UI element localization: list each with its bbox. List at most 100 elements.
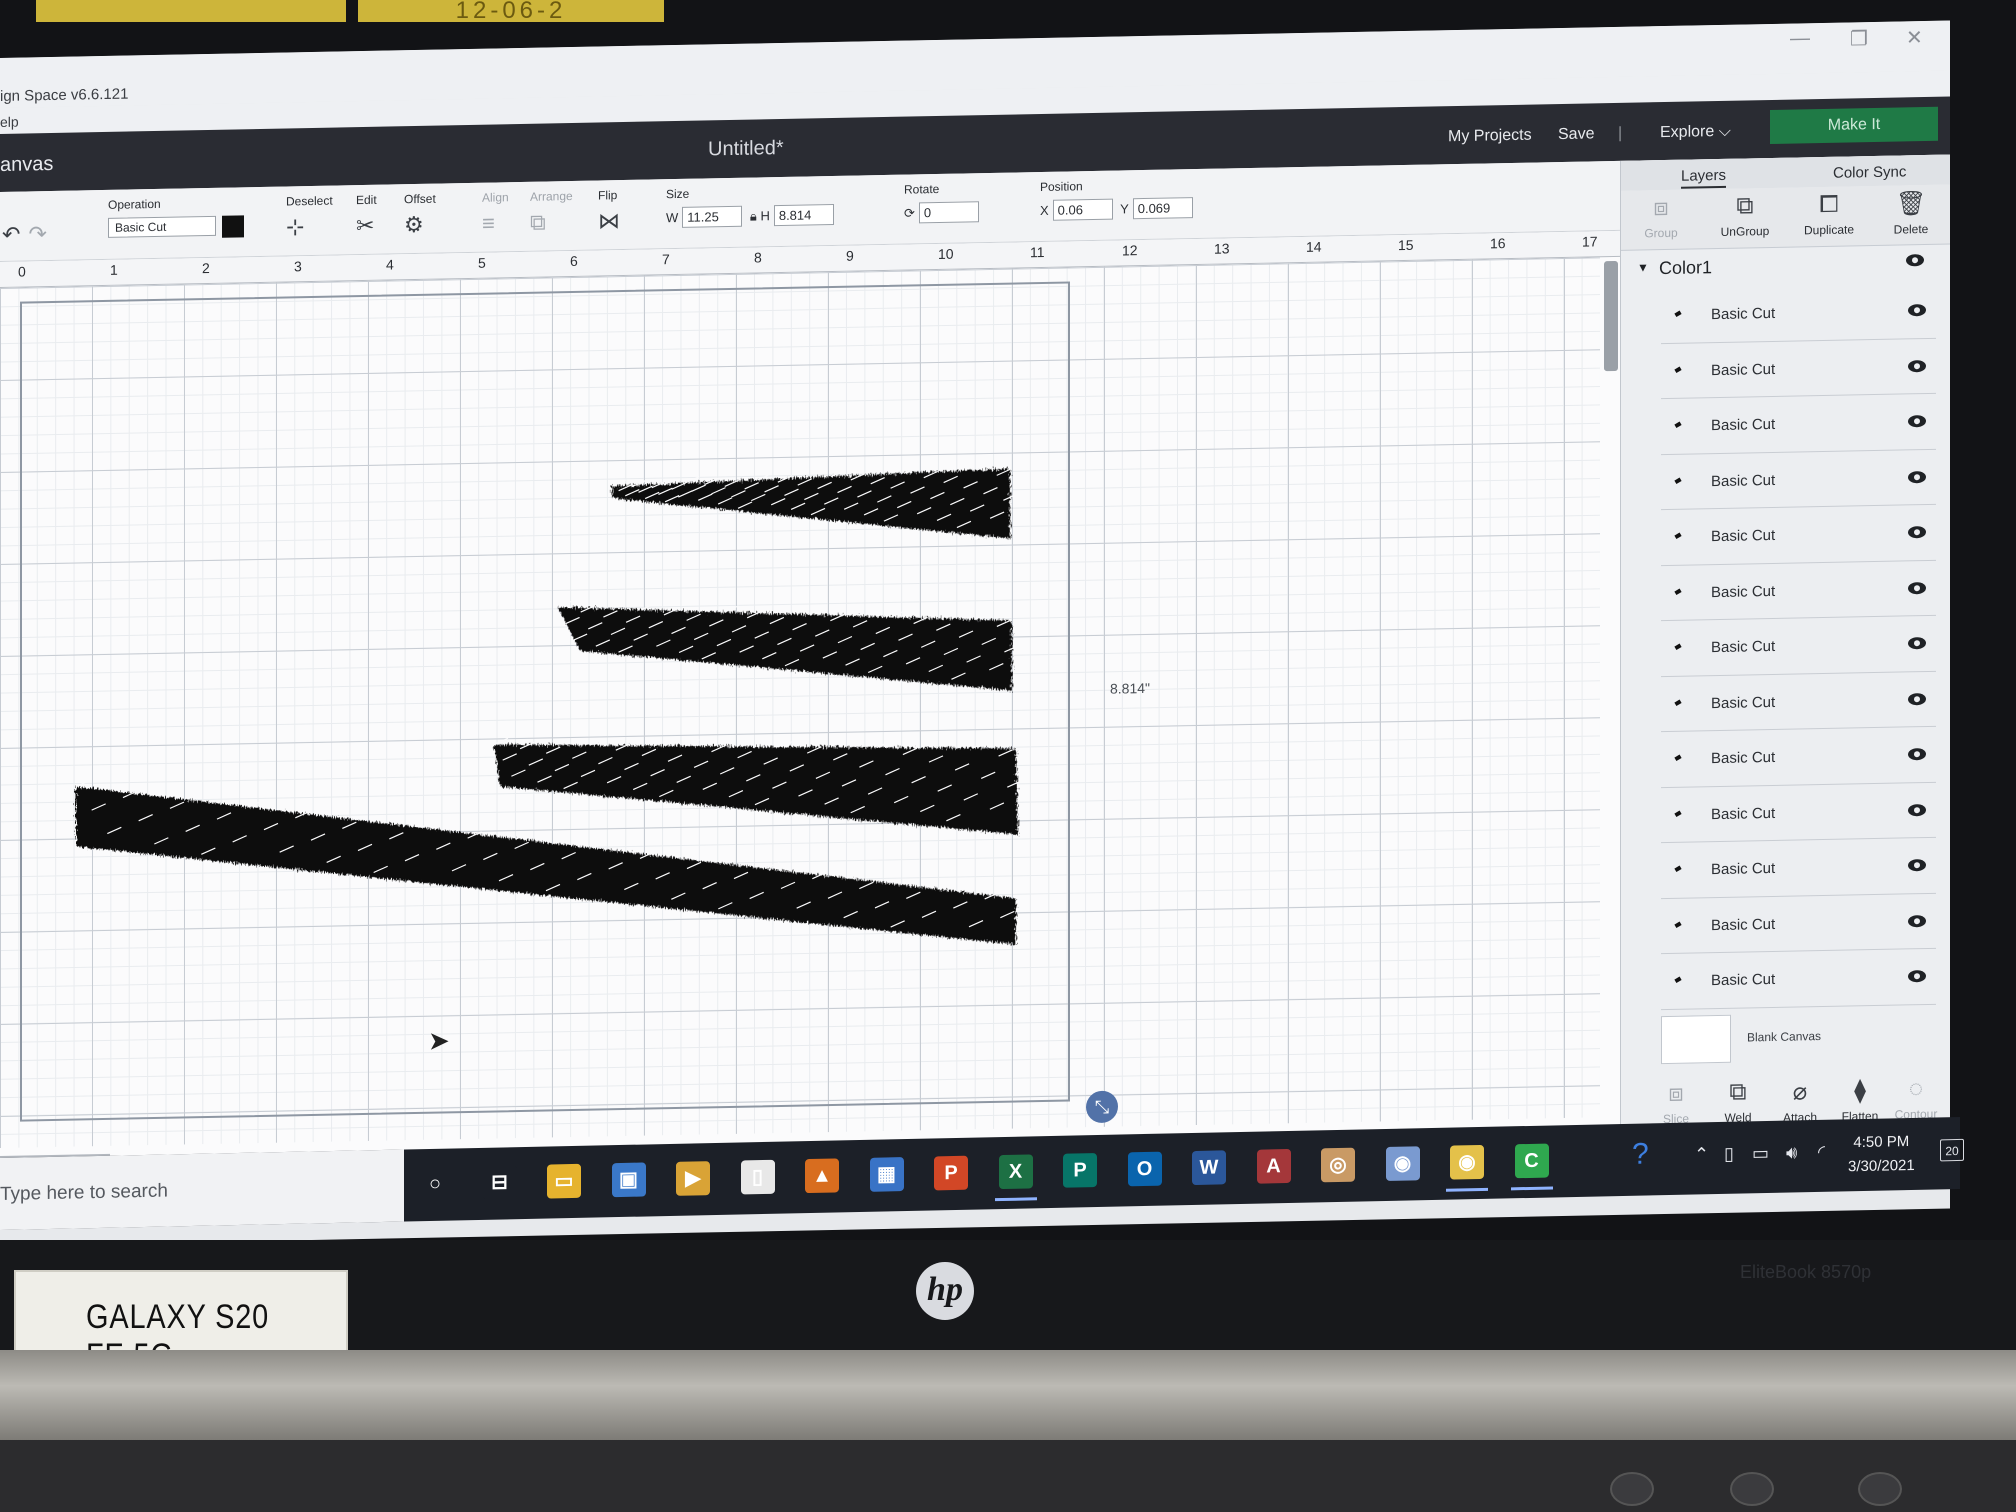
menu-help[interactable]: elp: [0, 114, 19, 130]
flip-icon[interactable]: ⋈: [598, 208, 620, 234]
deselect-icon[interactable]: ⊹: [286, 214, 304, 240]
make-it-button[interactable]: Make It: [1770, 106, 1938, 145]
layer-group-color1[interactable]: ▼ Color1: [1621, 245, 1950, 289]
wifi-icon[interactable]: ◜: [1818, 1142, 1825, 1163]
cricut-icon[interactable]: C: [1514, 1143, 1549, 1179]
tab-layers[interactable]: Layers: [1681, 166, 1727, 189]
y-input[interactable]: 0.069: [1132, 197, 1193, 220]
taskbar-search[interactable]: Type here to search: [0, 1149, 404, 1230]
powerpoint-icon[interactable]: P: [934, 1155, 968, 1191]
slice-button[interactable]: ⧈ Slice: [1641, 1079, 1711, 1126]
width-input[interactable]: 11.25: [682, 205, 743, 228]
file-explorer-icon[interactable]: ▭: [547, 1163, 581, 1199]
height-input[interactable]: 8.814: [773, 203, 834, 227]
outlook-icon[interactable]: O: [1127, 1151, 1162, 1187]
eye-icon[interactable]: [1908, 470, 1926, 483]
slice-icon: ⧈: [1668, 1079, 1684, 1107]
eye-icon[interactable]: [1908, 415, 1926, 428]
ungroup-button[interactable]: ⧉ UnGroup: [1705, 192, 1785, 240]
x-input[interactable]: 0.06: [1052, 198, 1113, 221]
device-icon[interactable]: ▯: [1724, 1144, 1734, 1165]
undo-icon[interactable]: ↶: [2, 222, 20, 248]
layer-row[interactable]: Basic Cut: [1661, 726, 1936, 788]
calculator-icon[interactable]: ▦: [869, 1157, 904, 1192]
lock-icon[interactable]: 🔒︎: [750, 208, 757, 223]
layer-row[interactable]: Basic Cut: [1661, 282, 1936, 344]
layer-thumbnail: [1674, 421, 1682, 429]
battery-icon[interactable]: ▭: [1752, 1143, 1769, 1164]
offset-icon[interactable]: ⚙: [404, 212, 424, 238]
publisher-icon[interactable]: P: [1063, 1153, 1097, 1188]
selection-box[interactable]: [20, 281, 1070, 1122]
store-icon[interactable]: ▣: [611, 1162, 646, 1198]
matlab-icon[interactable]: ▲: [805, 1158, 839, 1194]
help-icon[interactable]: ?: [1632, 1137, 1649, 1171]
notification-badge[interactable]: 20: [1940, 1138, 1964, 1162]
operation-select[interactable]: Basic Cut: [108, 216, 216, 239]
laptop-hinge: [0, 1350, 2016, 1440]
restore-icon[interactable]: ❐: [1850, 26, 1868, 51]
eye-icon[interactable]: [1908, 692, 1926, 705]
layer-row[interactable]: Basic Cut: [1661, 948, 1936, 1010]
volume-icon[interactable]: 🔊︎: [1786, 1142, 1797, 1163]
weld-button[interactable]: ⧉ Weld: [1703, 1078, 1773, 1125]
taskbar-clock[interactable]: 4:50 PM 3/30/2021: [1848, 1130, 1915, 1179]
group-button[interactable]: ⧈ Group: [1621, 193, 1701, 241]
rotate-input[interactable]: 0: [918, 201, 979, 224]
chevron-up-icon[interactable]: ⌃: [1694, 1144, 1709, 1165]
ruler-tick-label: 8: [754, 249, 762, 266]
arrange-icon[interactable]: ⧉: [530, 210, 546, 236]
eye-icon[interactable]: [1908, 304, 1926, 317]
my-projects-link[interactable]: My Projects: [1448, 127, 1532, 147]
duplicate-button[interactable]: ⧠ Duplicate: [1789, 190, 1869, 238]
layer-row[interactable]: Basic Cut: [1661, 615, 1936, 677]
save-link[interactable]: Save: [1558, 125, 1594, 144]
eye-icon[interactable]: [1906, 254, 1924, 267]
caret-down-icon[interactable]: ▼: [1637, 260, 1649, 274]
cortana-icon[interactable]: ○: [418, 1166, 452, 1202]
word-icon[interactable]: W: [1192, 1150, 1226, 1186]
eye-icon[interactable]: [1908, 748, 1926, 761]
media-icon[interactable]: ▶: [676, 1161, 710, 1196]
layer-row[interactable]: Basic Cut: [1661, 837, 1936, 899]
excel-icon[interactable]: X: [998, 1154, 1033, 1190]
layer-row[interactable]: Basic Cut: [1661, 338, 1936, 400]
layer-row[interactable]: Basic Cut: [1661, 560, 1936, 622]
eye-icon[interactable]: [1908, 859, 1926, 872]
access-icon[interactable]: A: [1256, 1148, 1291, 1184]
layer-row[interactable]: Basic Cut: [1661, 449, 1936, 511]
redo-icon[interactable]: ↷: [28, 221, 46, 247]
layer-row[interactable]: Basic Cut: [1661, 671, 1936, 733]
layer-row[interactable]: Basic Cut: [1661, 393, 1936, 455]
design-canvas[interactable]: 0 1 2 3 4 5 6 7 8 9 10 11 12 13 14 15 16 17 8.814" ⤡ ➤: [0, 230, 1620, 1172]
eye-icon[interactable]: [1908, 970, 1926, 983]
layer-thumbnail: [1674, 310, 1682, 318]
explore-menu[interactable]: Explore ⌵: [1660, 123, 1731, 142]
eye-icon[interactable]: [1908, 637, 1926, 650]
layer-row[interactable]: Basic Cut: [1661, 504, 1936, 566]
delete-button[interactable]: 🗑︎ Delete: [1871, 189, 1950, 238]
align-icon[interactable]: ≡: [482, 210, 495, 236]
layer-thumbnail: [1674, 477, 1682, 484]
tab-color-sync[interactable]: Color Sync: [1833, 163, 1906, 181]
task-view-icon[interactable]: ⊟: [482, 1165, 517, 1200]
eye-icon[interactable]: [1908, 526, 1926, 539]
app-icon[interactable]: ◎: [1321, 1147, 1355, 1183]
contour-button[interactable]: ◌ Contour: [1881, 1075, 1950, 1122]
blank-canvas-row[interactable]: Blank Canvas: [1661, 1007, 1931, 1068]
layer-row[interactable]: Basic Cut: [1661, 893, 1936, 955]
eye-icon[interactable]: [1908, 914, 1926, 927]
eye-icon[interactable]: [1908, 581, 1926, 594]
paint-icon[interactable]: ◉: [1385, 1146, 1420, 1181]
close-icon[interactable]: ✕: [1906, 25, 1923, 50]
notepad-icon[interactable]: ▯: [740, 1159, 775, 1195]
scissors-icon[interactable]: ✂: [356, 213, 374, 239]
eye-icon[interactable]: [1908, 359, 1926, 372]
ruler-tick-label: 0: [18, 263, 26, 280]
layer-row[interactable]: Basic Cut: [1661, 782, 1936, 844]
chrome-icon[interactable]: ◉: [1450, 1144, 1484, 1180]
vertical-scrollbar[interactable]: [1604, 260, 1618, 372]
eye-icon[interactable]: [1908, 803, 1926, 816]
minimize-icon[interactable]: —: [1790, 27, 1810, 50]
color-swatch[interactable]: [222, 215, 244, 238]
